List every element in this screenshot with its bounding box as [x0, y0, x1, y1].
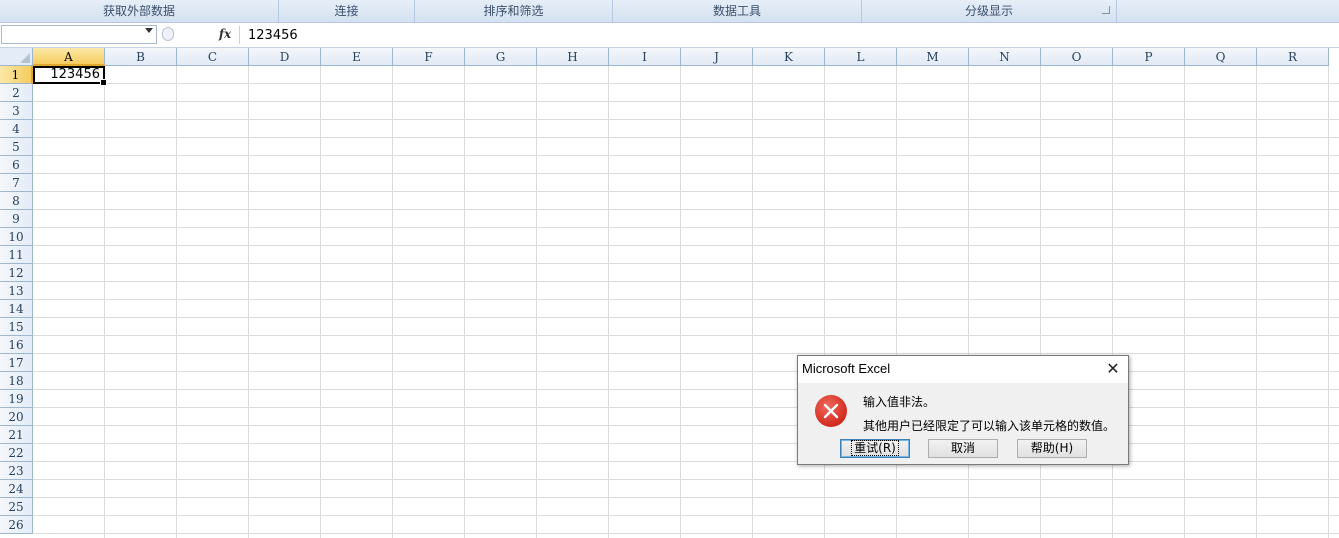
active-cell-a1[interactable]: 123456 [33, 66, 107, 86]
retry-button[interactable]: 重试(R) [840, 439, 910, 458]
dialog-launcher-icon[interactable] [1102, 6, 1110, 14]
formula-bar-resize-handle[interactable] [160, 25, 180, 44]
chevron-down-icon[interactable] [145, 28, 153, 33]
ribbon-group-label: 数据工具 [712, 4, 761, 18]
row-header[interactable]: 19 [0, 390, 33, 408]
row-header[interactable]: 15 [0, 318, 33, 336]
row-header[interactable]: 5 [0, 138, 33, 156]
row-header[interactable]: 16 [0, 336, 33, 354]
help-button[interactable]: 帮助(H) [1017, 439, 1087, 458]
dialog-title: Microsoft Excel [802, 361, 891, 376]
ribbon-group-label: 分级显示 [964, 4, 1013, 18]
row-header[interactable]: 11 [0, 246, 33, 264]
row-header[interactable]: 17 [0, 354, 33, 372]
row-header[interactable]: 24 [0, 480, 33, 498]
column-header[interactable]: D [249, 48, 321, 66]
dialog-message-title: 输入值非法。 [863, 395, 936, 409]
row-header[interactable]: 26 [0, 516, 33, 534]
column-header[interactable]: F [393, 48, 465, 66]
handle-icon [162, 27, 174, 41]
row-header[interactable]: 7 [0, 174, 33, 192]
column-header[interactable]: C [177, 48, 249, 66]
cell-area[interactable] [33, 66, 1339, 538]
ribbon-group-label: 获取外部数据 [102, 4, 175, 18]
column-header[interactable]: R [1257, 48, 1329, 66]
row-header[interactable]: 6 [0, 156, 33, 174]
row-header[interactable]: 14 [0, 300, 33, 318]
close-icon[interactable]: ✕ [1098, 356, 1128, 383]
row-header[interactable]: 8 [0, 192, 33, 210]
row-header[interactable]: 3 [0, 102, 33, 120]
column-header[interactable]: B [105, 48, 177, 66]
row-header[interactable]: 1 [0, 66, 33, 84]
help-button-label: 帮助(H) [1030, 441, 1074, 455]
dialog-message-detail: 其他用户已经限定了可以输入该单元格的数值。 [863, 419, 1116, 433]
ribbon-group-label: 排序和筛选 [483, 4, 544, 18]
row-header[interactable]: 21 [0, 426, 33, 444]
ribbon-group-data-tools: 数据工具 [613, 0, 862, 22]
retry-button-label: 重试(R) [851, 440, 899, 456]
column-header[interactable]: I [609, 48, 681, 66]
name-box[interactable] [1, 25, 157, 44]
formula-bar: fx 123456 [0, 23, 1339, 48]
formula-bar-divider [239, 26, 240, 44]
ribbon-group-strip: 获取外部数据 连接 排序和筛选 数据工具 分级显示 [0, 0, 1339, 23]
row-header[interactable]: 9 [0, 210, 33, 228]
error-dialog: Microsoft Excel ✕ 输入值非法。 其他用户已经限定了可以输入该单… [797, 355, 1129, 465]
ribbon-group-outline: 分级显示 [862, 0, 1117, 22]
column-header[interactable]: G [465, 48, 537, 66]
cell-value: 123456 [50, 67, 100, 82]
row-header[interactable]: 2 [0, 84, 33, 102]
ribbon-group-get-external-data: 获取外部数据 [0, 0, 279, 22]
fill-handle[interactable] [100, 79, 107, 86]
row-header[interactable]: 13 [0, 282, 33, 300]
ribbon-group-label: 连接 [334, 4, 359, 18]
row-header[interactable]: 10 [0, 228, 33, 246]
ribbon-group-connections: 连接 [279, 0, 415, 22]
row-header[interactable]: 4 [0, 120, 33, 138]
ribbon-group-sort-filter: 排序和筛选 [415, 0, 613, 22]
row-header[interactable]: 23 [0, 462, 33, 480]
column-header[interactable]: Q [1185, 48, 1257, 66]
insert-function-button[interactable]: fx [214, 25, 236, 44]
column-header[interactable]: P [1113, 48, 1185, 66]
cancel-button[interactable]: 取消 [928, 439, 998, 458]
formula-input[interactable]: 123456 [248, 27, 298, 45]
column-header[interactable]: O [1041, 48, 1113, 66]
column-header[interactable]: M [897, 48, 969, 66]
column-header[interactable]: K [753, 48, 825, 66]
row-header[interactable]: 12 [0, 264, 33, 282]
row-header[interactable]: 22 [0, 444, 33, 462]
column-header[interactable]: J [681, 48, 753, 66]
column-header[interactable]: A [33, 48, 105, 66]
cancel-button-label: 取消 [950, 441, 975, 455]
select-all-icon [20, 53, 30, 63]
select-all-button[interactable] [0, 48, 33, 66]
column-header[interactable]: E [321, 48, 393, 66]
column-header[interactable]: L [825, 48, 897, 66]
row-header[interactable]: 20 [0, 408, 33, 426]
column-header[interactable]: N [969, 48, 1041, 66]
dialog-titlebar: Microsoft Excel ✕ [798, 356, 1128, 383]
row-header[interactable]: 25 [0, 498, 33, 516]
error-icon [815, 395, 847, 427]
column-header[interactable]: H [537, 48, 609, 66]
row-header[interactable]: 18 [0, 372, 33, 390]
